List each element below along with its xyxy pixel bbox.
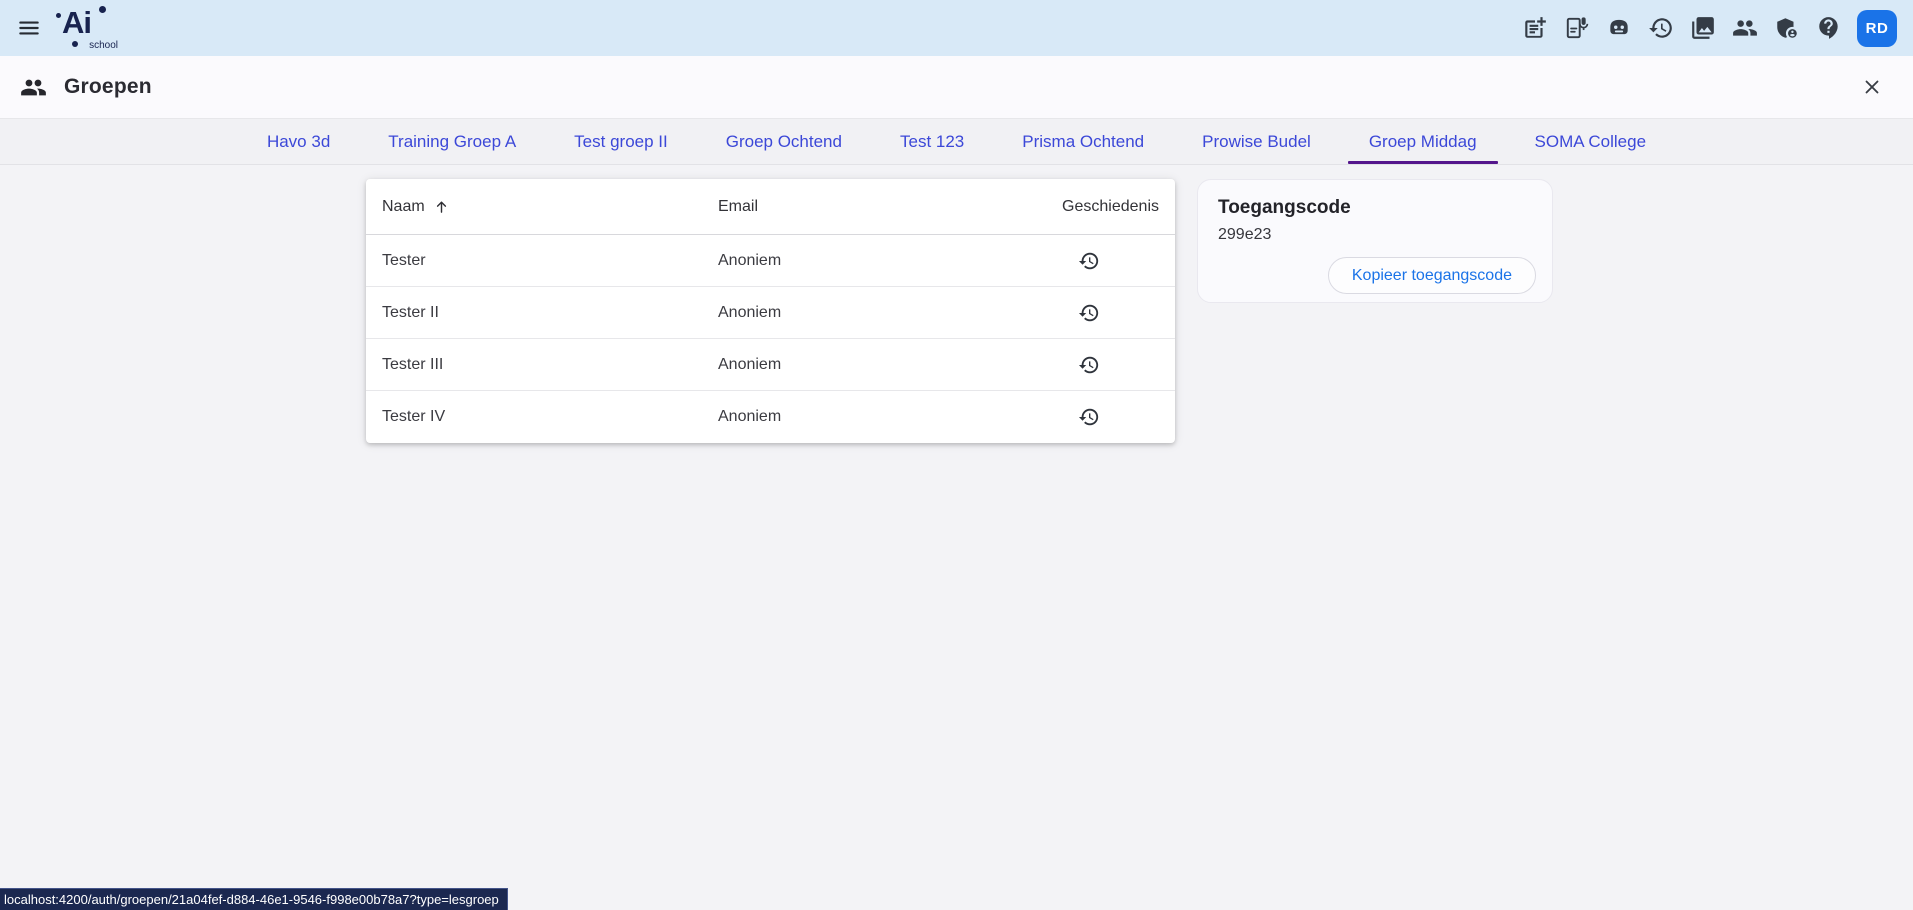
avatar[interactable]: RD bbox=[1857, 10, 1897, 47]
topbar: Ai school bbox=[0, 0, 1913, 56]
tab-prisma-ochtend[interactable]: Prisma Ochtend bbox=[993, 119, 1173, 164]
column-header-geschiedenis: Geschiedenis bbox=[989, 198, 1159, 216]
close-icon[interactable] bbox=[1857, 72, 1887, 102]
cell-naam: Tester III bbox=[382, 356, 718, 374]
logo-text: Ai bbox=[62, 5, 91, 41]
link-status-url: localhost:4200/auth/groepen/21a04fef-d88… bbox=[0, 888, 508, 910]
logo-dot bbox=[56, 13, 61, 18]
groups-icon bbox=[20, 74, 47, 101]
cell-naam: Tester bbox=[382, 252, 718, 270]
sort-ascending-icon bbox=[433, 198, 450, 215]
copy-access-code-button[interactable]: Kopieer toegangscode bbox=[1328, 257, 1536, 294]
table-row: Tester II Anoniem bbox=[366, 287, 1175, 339]
cell-email: Anoniem bbox=[718, 304, 989, 322]
history-icon[interactable] bbox=[1647, 14, 1675, 42]
column-header-email: Email bbox=[718, 198, 989, 216]
access-code-card: Toegangscode 299e23 Kopieer toegangscode bbox=[1197, 179, 1553, 303]
tab-groep-middag[interactable]: Groep Middag bbox=[1340, 119, 1506, 164]
cell-email: Anoniem bbox=[718, 408, 989, 426]
transcribe-mic-icon[interactable] bbox=[1563, 14, 1591, 42]
column-label: Naam bbox=[382, 198, 425, 216]
row-history-icon[interactable] bbox=[1077, 249, 1101, 273]
tab-havo-3d[interactable]: Havo 3d bbox=[238, 119, 359, 164]
tab-soma-college[interactable]: SOMA College bbox=[1506, 119, 1676, 164]
logo-dot bbox=[72, 41, 78, 47]
tab-training-groep-a[interactable]: Training Groep A bbox=[359, 119, 545, 164]
table-header-row: Naam Email Geschiedenis bbox=[366, 179, 1175, 235]
post-add-icon[interactable] bbox=[1521, 14, 1549, 42]
access-code-value: 299e23 bbox=[1218, 226, 1552, 244]
topbar-icons bbox=[1521, 14, 1843, 42]
tab-test-123[interactable]: Test 123 bbox=[871, 119, 993, 164]
admin-shield-icon[interactable] bbox=[1773, 14, 1801, 42]
cell-email: Anoniem bbox=[718, 356, 989, 374]
photo-library-icon[interactable] bbox=[1689, 14, 1717, 42]
robot-icon[interactable] bbox=[1605, 14, 1633, 42]
table-row: Tester Anoniem bbox=[366, 235, 1175, 287]
tab-test-groep-ii[interactable]: Test groep II bbox=[545, 119, 697, 164]
people-icon[interactable] bbox=[1731, 14, 1759, 42]
tab-prowise-budel[interactable]: Prowise Budel bbox=[1173, 119, 1340, 164]
members-table: Naam Email Geschiedenis Tester Anoniem T… bbox=[366, 179, 1175, 443]
cell-email: Anoniem bbox=[718, 252, 989, 270]
logo-dot bbox=[99, 6, 106, 13]
row-history-icon[interactable] bbox=[1077, 301, 1101, 325]
table-row: Tester IV Anoniem bbox=[366, 391, 1175, 443]
help-icon[interactable] bbox=[1815, 14, 1843, 42]
page-title: Groepen bbox=[64, 75, 152, 99]
row-history-icon[interactable] bbox=[1077, 405, 1101, 429]
group-tabs-bar: Havo 3d Training Groep A Test groep II G… bbox=[0, 119, 1913, 165]
column-header-naam[interactable]: Naam bbox=[382, 198, 718, 216]
table-row: Tester III Anoniem bbox=[366, 339, 1175, 391]
row-history-icon[interactable] bbox=[1077, 353, 1101, 377]
logo-subtext: school bbox=[89, 40, 118, 51]
access-code-title: Toegangscode bbox=[1218, 197, 1552, 219]
cell-naam: Tester IV bbox=[382, 408, 718, 426]
tab-groep-ochtend[interactable]: Groep Ochtend bbox=[697, 119, 871, 164]
app-logo[interactable]: Ai school bbox=[56, 3, 114, 53]
page-header: Groepen bbox=[0, 56, 1913, 119]
menu-hamburger-icon[interactable] bbox=[16, 15, 42, 41]
cell-naam: Tester II bbox=[382, 304, 718, 322]
content-area: Naam Email Geschiedenis Tester Anoniem T… bbox=[0, 165, 1913, 910]
